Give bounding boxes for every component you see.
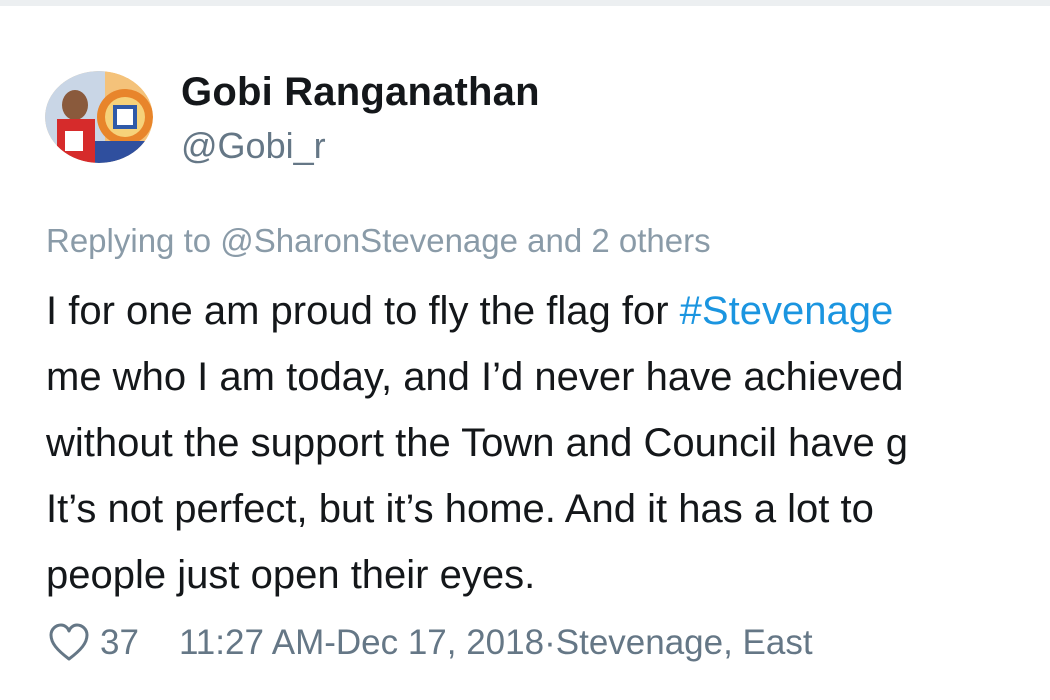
tweet-meta: 37 11:27 AM - Dec 17, 2018 · Stevenage, …	[48, 620, 813, 666]
heart-icon[interactable]	[48, 623, 90, 663]
tweet-text-segment: me who I am today, and I’d never have ac…	[46, 355, 904, 399]
tweet-date[interactable]: Dec 17, 2018	[336, 623, 544, 663]
tweet-text-line: me who I am today, and I’d never have ac…	[46, 353, 1050, 419]
tweet-text-segment: It’s not perfect, but it’s home. And it …	[46, 487, 874, 531]
profile-photo-icon	[45, 71, 153, 163]
reply-mention-link[interactable]: @SharonStevenage	[220, 222, 518, 259]
hashtag-link[interactable]: #Stevenage	[680, 289, 894, 333]
meta-dot: ·	[544, 623, 556, 662]
tweet-text-line: It’s not perfect, but it’s home. And it …	[46, 485, 1050, 551]
tweet-text-line: without the support the Town and Council…	[46, 419, 1050, 485]
reply-context: Replying to @SharonStevenage and 2 other…	[46, 222, 711, 260]
reply-others-link[interactable]: and 2 others	[518, 222, 710, 259]
tweet-text: I for one am proud to fly the flag for #…	[46, 287, 1050, 617]
tweet-card: Gobi Ranganathan @Gobi_r Replying to @Sh…	[0, 0, 1050, 700]
tweet-text-segment: I for one am proud to fly the flag for	[46, 289, 680, 333]
tweet-time[interactable]: 11:27 AM	[179, 623, 324, 663]
divider	[0, 0, 1050, 6]
tweet-text-segment: without the support the Town and Council…	[46, 421, 909, 465]
tweet-text-line: I for one am proud to fly the flag for #…	[46, 287, 1050, 353]
like-count[interactable]: 37	[100, 623, 139, 663]
author-handle[interactable]: @Gobi_r	[181, 125, 326, 167]
author-display-name[interactable]: Gobi Ranganathan	[181, 70, 540, 115]
tweet-text-segment: people just open their eyes.	[46, 553, 536, 597]
tweet-location[interactable]: Stevenage, East	[556, 623, 813, 663]
meta-separator: -	[324, 623, 336, 662]
reply-prefix: Replying to	[46, 222, 221, 259]
avatar[interactable]	[45, 71, 153, 163]
tweet-text-line: people just open their eyes.	[46, 551, 1050, 617]
